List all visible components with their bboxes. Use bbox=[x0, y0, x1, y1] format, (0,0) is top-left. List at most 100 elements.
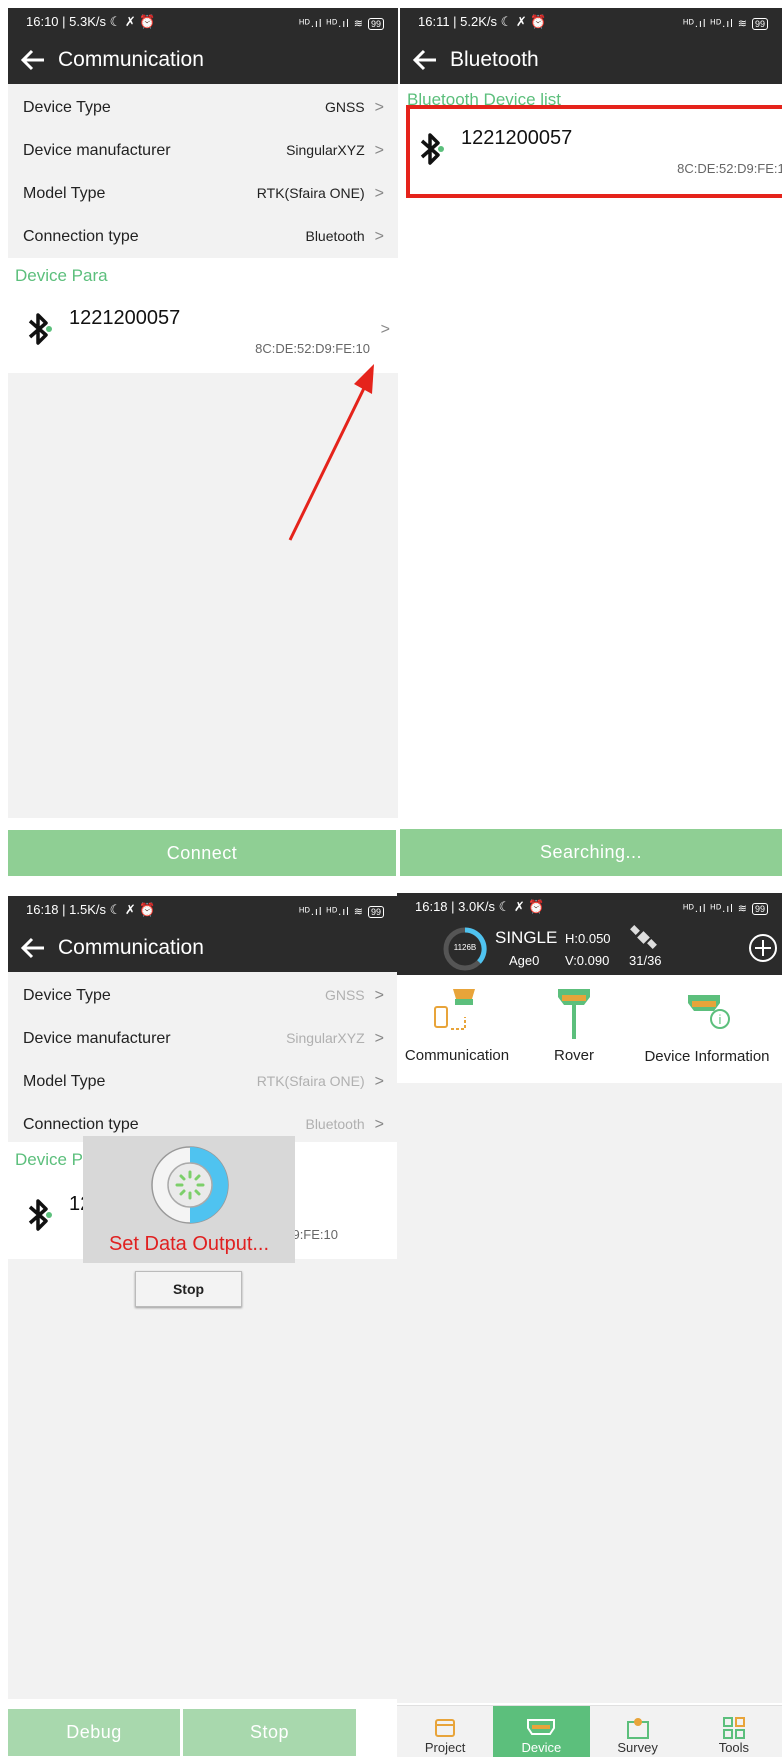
satellite-count: 31/36 bbox=[629, 953, 662, 968]
rover-icon bbox=[558, 989, 590, 1039]
device-screen: 16:18 | 3.0K/s ☾ ✗ ⏰ ᴴᴰ.ıl ᴴᴰ.ıl ≋ 99 112… bbox=[397, 893, 782, 1757]
tool-label: Rover bbox=[553, 1047, 594, 1064]
battery-icon: 99 bbox=[751, 902, 768, 915]
svg-text:i: i bbox=[719, 1012, 722, 1027]
chevron-right-icon: > bbox=[374, 1072, 384, 1090]
chevron-right-icon: > bbox=[374, 227, 384, 245]
chevron-right-icon[interactable]: > bbox=[381, 321, 390, 339]
row-label: Connection type bbox=[23, 227, 139, 245]
status-bar: 16:18 | 3.0K/s ☾ ✗ ⏰ ᴴᴰ.ıl ᴴᴰ.ıl ≋ 99 bbox=[397, 893, 782, 921]
status-icons: ☾ ✗ ⏰ bbox=[109, 14, 156, 29]
stop-button[interactable]: Stop bbox=[183, 1709, 356, 1756]
h-precision: H:0.050 bbox=[565, 931, 611, 946]
data-badge: 1126B bbox=[453, 943, 477, 952]
tool-label: Device Information bbox=[644, 1048, 770, 1065]
tab-label: Survey bbox=[617, 1740, 658, 1755]
signal-icon: ᴴᴰ.ıl ᴴᴰ.ıl ≋ bbox=[299, 17, 364, 30]
title-bar: Communication bbox=[8, 924, 398, 972]
tab-label: Tools bbox=[718, 1740, 750, 1755]
row-label: Device manufacturer bbox=[23, 1029, 171, 1047]
tab-survey[interactable]: Survey bbox=[590, 1706, 686, 1757]
stop-dialog-button[interactable]: Stop bbox=[135, 1271, 242, 1307]
status-icons: ☾ ✗ ⏰ bbox=[109, 902, 156, 917]
status-icons: ☾ ✗ ⏰ bbox=[500, 14, 547, 29]
setting-row-device-type[interactable]: Device Type GNSS > bbox=[8, 972, 398, 1020]
battery-icon: 99 bbox=[367, 905, 384, 918]
tool-device-information[interactable]: i Device Information bbox=[637, 985, 777, 1066]
solution-status: SINGLE bbox=[495, 928, 558, 947]
bluetooth-screen: 16:11 | 5.2K/s ☾ ✗ ⏰ ᴴᴰ.ıl ᴴᴰ.ıl ≋ 99 Blu… bbox=[400, 8, 782, 876]
back-arrow-icon[interactable] bbox=[8, 937, 58, 959]
tab-tools[interactable]: Tools bbox=[686, 1706, 782, 1757]
row-value: Bluetooth bbox=[305, 1115, 365, 1132]
communication-screen: 16:10 | 5.3K/s ☾ ✗ ⏰ ᴴᴰ.ıl ᴴᴰ.ıl ≋ 99 Com… bbox=[8, 8, 398, 876]
chevron-right-icon: > bbox=[374, 98, 384, 116]
chevron-right-icon: > bbox=[374, 1029, 384, 1047]
row-value: RTK(Sfaira ONE) bbox=[256, 184, 365, 201]
row-label: Device manufacturer bbox=[23, 141, 171, 159]
row-value: SingularXYZ bbox=[286, 1029, 365, 1046]
bluetooth-icon bbox=[26, 311, 52, 352]
battery-icon: 99 bbox=[367, 17, 384, 30]
battery-icon: 99 bbox=[751, 17, 768, 30]
tab-label: Project bbox=[424, 1740, 466, 1755]
device-item[interactable]: 1221200057 8C:DE:52:D9:FE:10 > bbox=[8, 293, 398, 373]
satellite-icon[interactable] bbox=[630, 925, 658, 956]
chevron-right-icon: > bbox=[374, 184, 384, 202]
progress-text: Set Data Output... bbox=[108, 1233, 270, 1255]
loading-spinner-icon bbox=[151, 1146, 229, 1224]
content-background bbox=[397, 1083, 782, 1703]
list-background bbox=[8, 373, 398, 818]
status-icons: ☾ ✗ ⏰ bbox=[498, 899, 545, 914]
row-value: GNSS bbox=[324, 98, 365, 115]
page-title: Bluetooth bbox=[450, 48, 539, 71]
progress-dialog: Set Data Output... bbox=[83, 1136, 295, 1263]
title-bar: Bluetooth bbox=[400, 36, 782, 84]
section-header-device-para: Device Para bbox=[8, 258, 398, 294]
status-time: 16:18 | 1.5K/s bbox=[26, 902, 106, 917]
bluetooth-icon bbox=[26, 1197, 52, 1238]
setting-row-manufacturer[interactable]: Device manufacturer SingularXYZ > bbox=[8, 127, 398, 175]
list-background bbox=[8, 1259, 398, 1699]
signal-icon: ᴴᴰ.ıl ᴴᴰ.ıl ≋ bbox=[683, 902, 748, 915]
setting-row-model-type[interactable]: Model Type RTK(Sfaira ONE) > bbox=[8, 1058, 398, 1106]
tab-device[interactable]: Device bbox=[493, 1706, 590, 1757]
row-label: Model Type bbox=[23, 1072, 106, 1090]
add-icon[interactable] bbox=[748, 933, 778, 968]
tool-communication[interactable]: Communication bbox=[397, 985, 517, 1064]
row-value: GNSS bbox=[324, 986, 365, 1003]
tab-project[interactable]: Project bbox=[397, 1706, 493, 1757]
bottom-tab-bar: Project Device Survey Tools bbox=[397, 1705, 782, 1757]
gnss-status-bar: 1126B SINGLE Age0 H:0.050 V:0.090 31/36 bbox=[397, 921, 782, 975]
device-info-icon: i bbox=[688, 995, 730, 1029]
tool-label: Communication bbox=[404, 1047, 510, 1064]
setting-row-connection-type[interactable]: Connection type Bluetooth > bbox=[8, 213, 398, 261]
signal-icon: ᴴᴰ.ıl ᴴᴰ.ıl ≋ bbox=[683, 17, 748, 30]
device-name: 1221200057 bbox=[69, 307, 181, 329]
communication-connecting-screen: 16:18 | 1.5K/s ☾ ✗ ⏰ ᴴᴰ.ıl ᴴᴰ.ıl ≋ 99 Com… bbox=[8, 896, 398, 1757]
chevron-right-icon: > bbox=[374, 141, 384, 159]
searching-button[interactable]: Searching... bbox=[400, 829, 782, 876]
back-arrow-icon[interactable] bbox=[400, 49, 450, 71]
row-value: Bluetooth bbox=[305, 227, 365, 244]
connect-button[interactable]: Connect bbox=[8, 830, 396, 876]
row-label: Device Type bbox=[23, 986, 111, 1004]
page-title: Communication bbox=[58, 48, 204, 71]
age-value: Age0 bbox=[509, 953, 540, 968]
status-time: 16:11 | 5.2K/s bbox=[418, 14, 498, 29]
tool-rover[interactable]: Rover bbox=[519, 985, 629, 1064]
page-title: Communication bbox=[58, 936, 204, 959]
debug-button[interactable]: Debug bbox=[8, 1709, 180, 1756]
setting-row-model-type[interactable]: Model Type RTK(Sfaira ONE) > bbox=[8, 170, 398, 218]
title-bar: Communication bbox=[8, 36, 398, 84]
status-bar: 16:10 | 5.3K/s ☾ ✗ ⏰ ᴴᴰ.ıl ᴴᴰ.ıl ≋ 99 bbox=[8, 8, 398, 36]
setting-row-manufacturer[interactable]: Device manufacturer SingularXYZ > bbox=[8, 1015, 398, 1063]
setting-row-device-type[interactable]: Device Type GNSS > bbox=[8, 84, 398, 132]
v-precision: V:0.090 bbox=[565, 953, 610, 968]
chevron-right-icon: > bbox=[374, 1115, 384, 1133]
device-icon bbox=[527, 1719, 556, 1735]
signal-icon: ᴴᴰ.ıl ᴴᴰ.ıl ≋ bbox=[299, 905, 364, 918]
back-arrow-icon[interactable] bbox=[8, 49, 58, 71]
status-bar: 16:11 | 5.2K/s ☾ ✗ ⏰ ᴴᴰ.ıl ᴴᴰ.ıl ≋ 99 bbox=[400, 8, 782, 36]
status-time: 16:18 | 3.0K/s bbox=[415, 899, 495, 914]
